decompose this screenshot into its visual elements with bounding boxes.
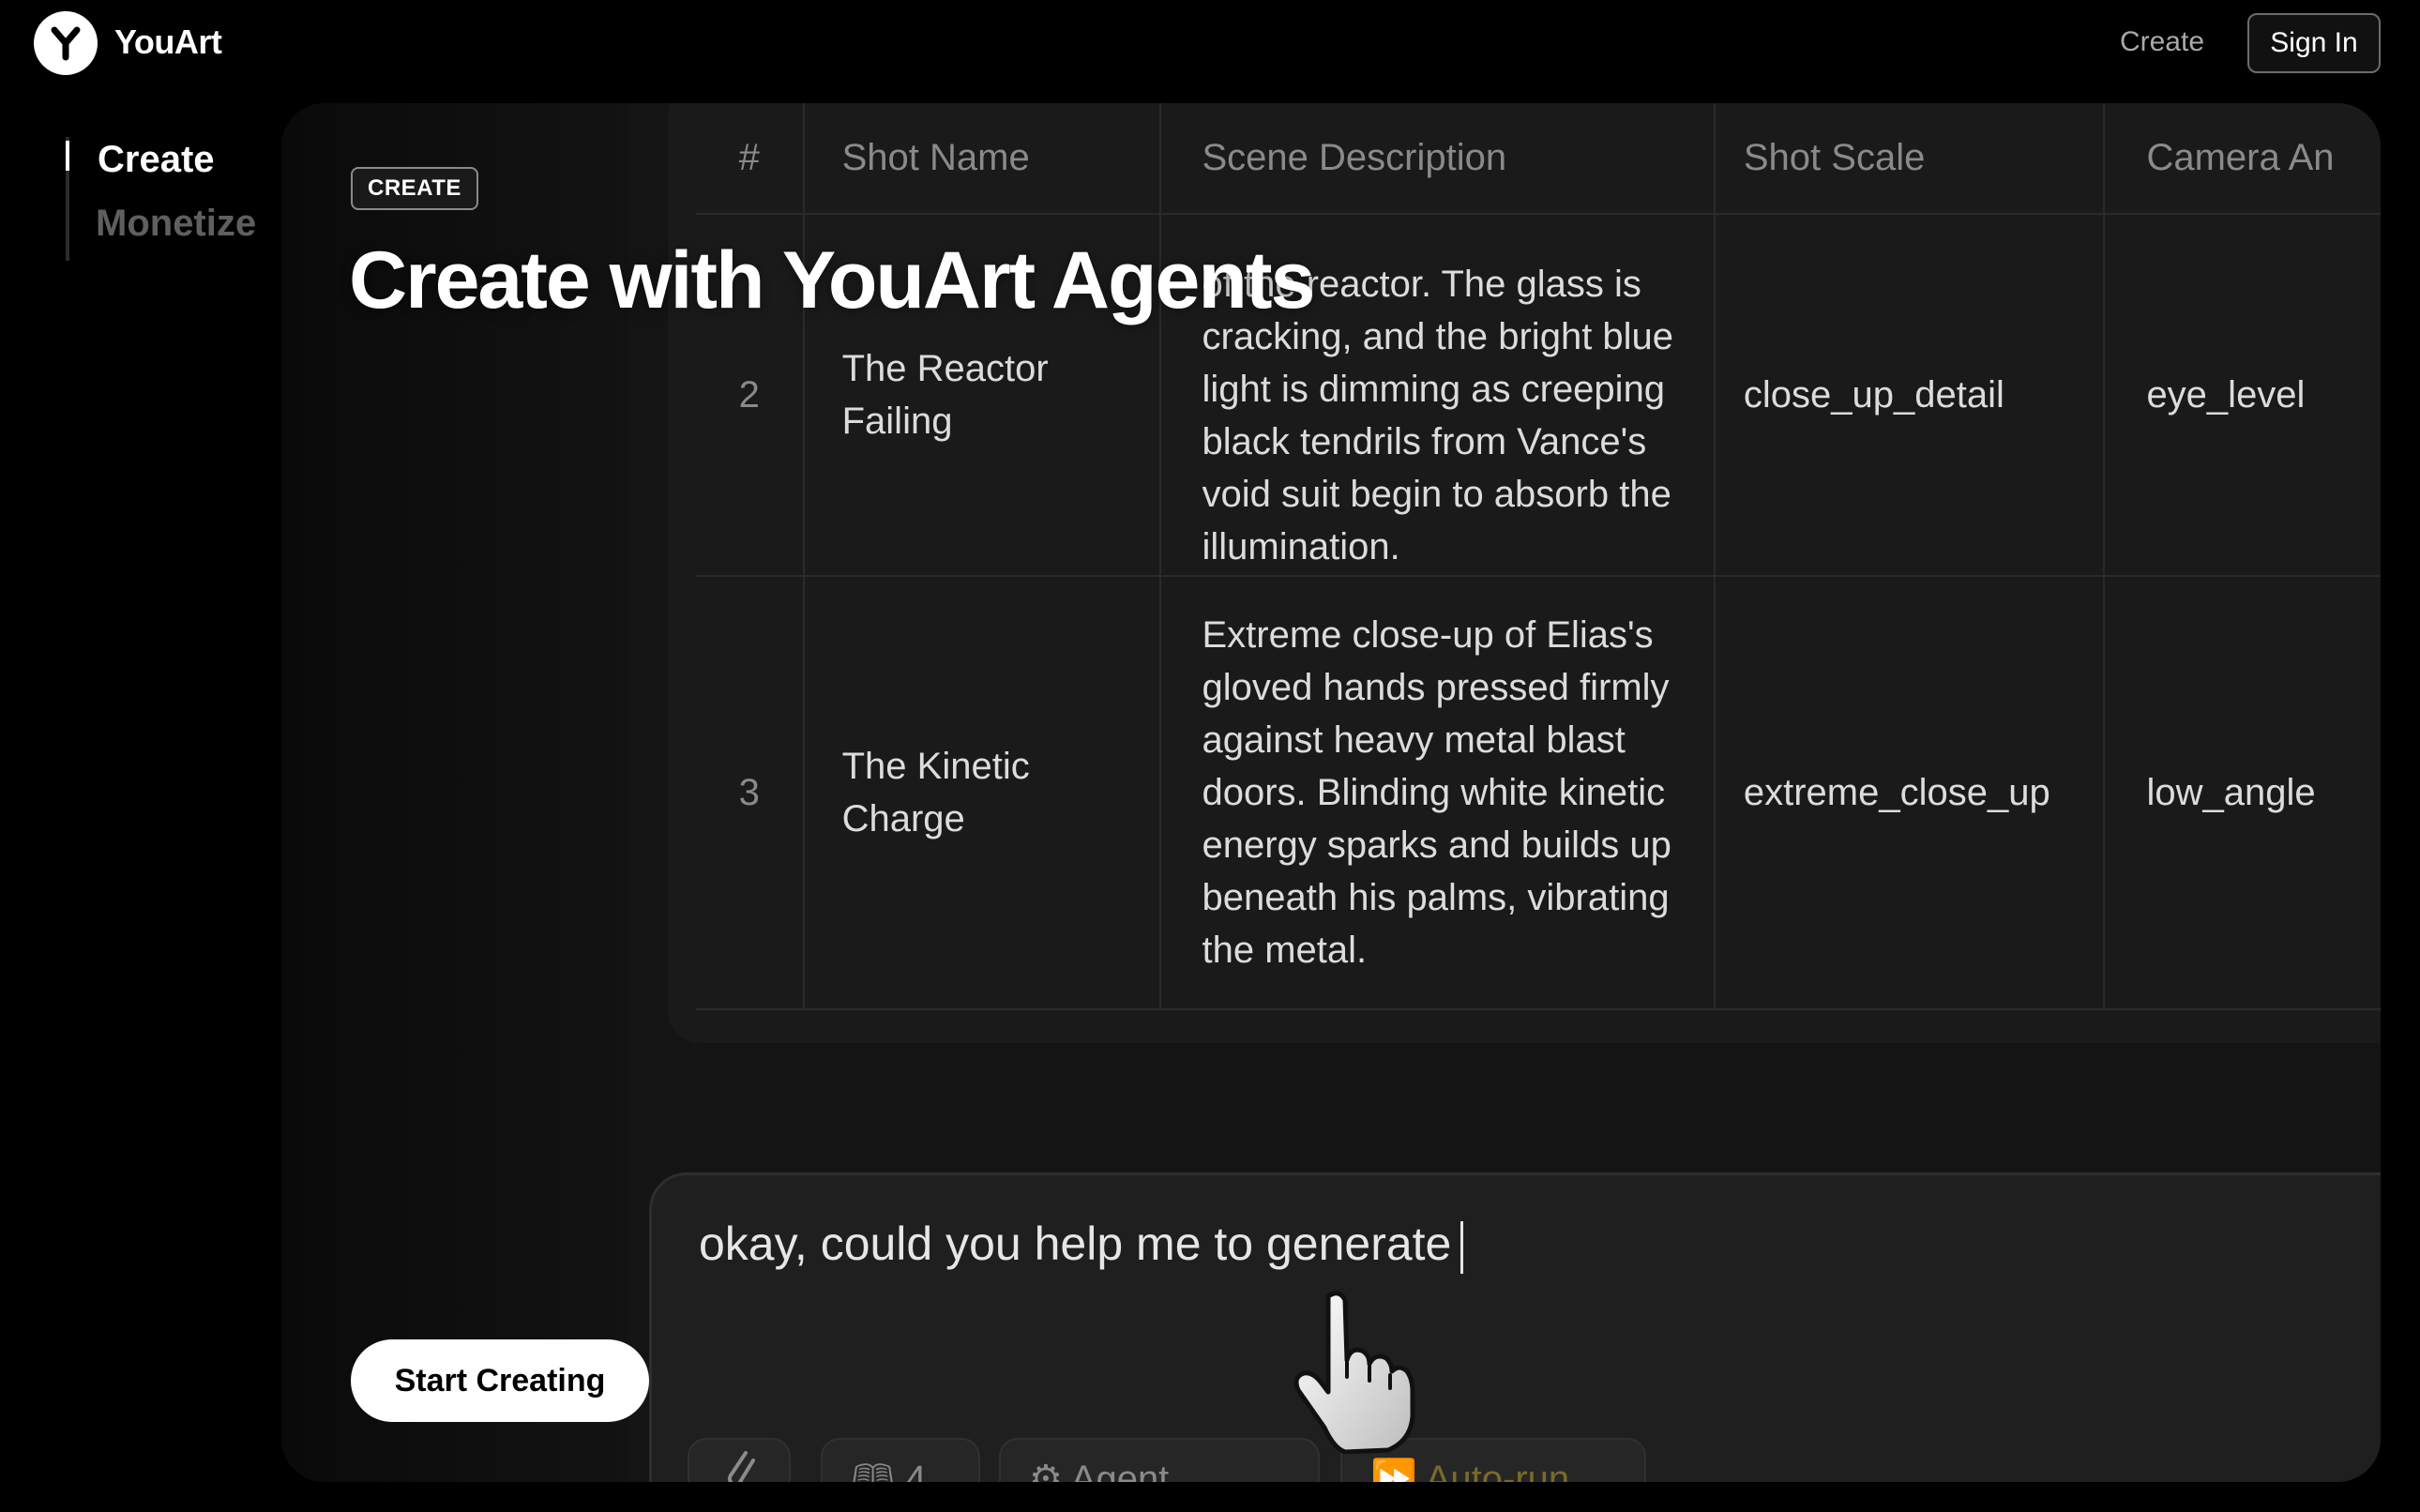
library-count: 4: [905, 1459, 927, 1482]
row-number: 3: [696, 576, 805, 1010]
create-badge: CREATE: [351, 167, 478, 210]
brand-name[interactable]: YouArt: [114, 23, 222, 62]
shot-scale-cell: extreme_close_up: [1714, 576, 2106, 1010]
table-header-row: # Shot Name Scene Description Shot Scale…: [696, 103, 2381, 215]
text-caret: [1460, 1220, 1464, 1274]
shot-name-line: Charge: [841, 798, 965, 839]
camera-angle-cell: low_angle: [2104, 576, 2381, 1010]
column-header-shot-scale: Shot Scale: [1714, 103, 2106, 215]
agent-label: Agent: [1070, 1459, 1170, 1482]
youart-logo[interactable]: [34, 11, 98, 75]
shot-scale-value: close_up_detail: [1743, 374, 2004, 416]
start-creating-button[interactable]: Start Creating: [351, 1339, 649, 1422]
fast-forward-icon: ⏩: [1370, 1459, 1417, 1482]
prompt-input-text: okay, could you help me to generate: [699, 1217, 1452, 1270]
paperclip-icon: [727, 1451, 755, 1482]
logo-y-icon: [51, 26, 81, 61]
attach-button[interactable]: [688, 1438, 791, 1482]
shot-name-cell: The Kinetic Charge: [803, 576, 1161, 1010]
robot-icon: ⚙: [1029, 1459, 1063, 1482]
side-navigation: Create Monetize: [66, 137, 256, 261]
prompt-input[interactable]: okay, could you help me to generate: [699, 1217, 1464, 1274]
column-header-shot-name: Shot Name: [803, 103, 1161, 215]
chat-composer[interactable]: okay, could you help me to generate 🕮 4 …: [649, 1172, 2381, 1482]
active-indicator: [66, 141, 69, 171]
shot-name-line: The Kinetic: [841, 746, 1030, 787]
shot-name-line: Failing: [841, 401, 953, 442]
sidenav-item-create[interactable]: Create: [98, 139, 215, 181]
library-button[interactable]: 🕮 4: [821, 1438, 980, 1482]
nav-link-create[interactable]: Create: [2120, 26, 2204, 58]
shot-name-line: The Reactor: [841, 348, 1049, 389]
column-header-camera-angle: Camera An: [2104, 103, 2381, 215]
agent-selector[interactable]: ⚙ Agent ⌄: [999, 1438, 1320, 1482]
shot-scale-cell: close_up_detail: [1714, 214, 2106, 577]
auto-run-label: Auto-run: [1425, 1459, 1570, 1482]
shot-scale-value: extreme_close_up: [1743, 772, 2050, 813]
table-row[interactable]: 3 The Kinetic Charge Extreme close-up of…: [696, 576, 2381, 1010]
page-title: Create with YouArt Agents: [349, 235, 1315, 325]
camera-angle-cell: eye_level: [2104, 214, 2381, 577]
column-header-scene-description: Scene Description: [1159, 103, 1716, 215]
sign-in-button[interactable]: Sign In: [2247, 13, 2381, 73]
column-header-number: #: [696, 103, 805, 215]
hand-pointer-cursor: [1293, 1291, 1415, 1454]
chevron-down-icon: ⌄: [1179, 1459, 1211, 1482]
sidenav-item-monetize[interactable]: Monetize: [96, 203, 256, 245]
scene-description-cell: Extreme close-up of Elias's gloved hands…: [1159, 576, 1716, 1010]
top-navbar: YouArt Create Sign In: [0, 0, 2420, 90]
book-icon: 🕮: [851, 1459, 896, 1482]
